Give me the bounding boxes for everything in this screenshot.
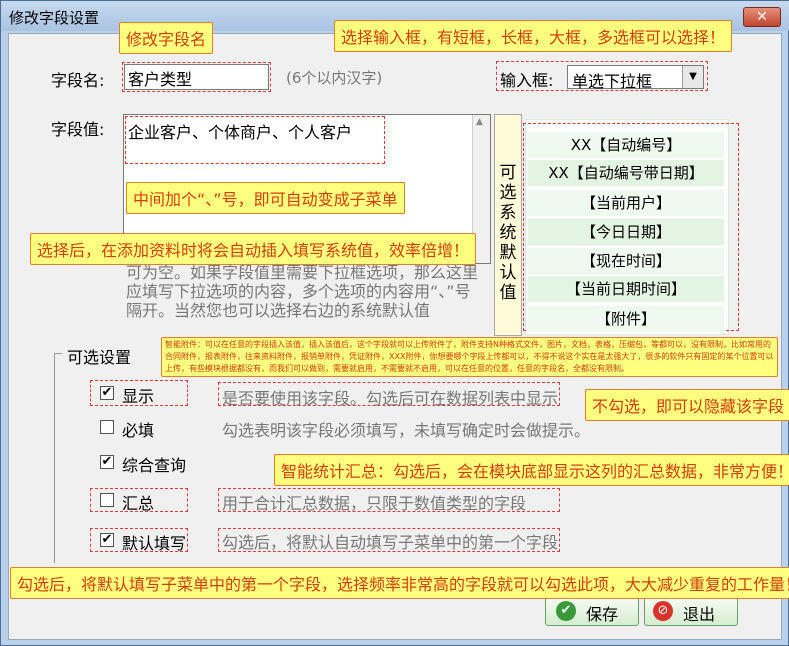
exit-button[interactable]: ⊘ 退出 xyxy=(644,596,738,626)
option-query-label[interactable]: 综合查询 xyxy=(122,452,186,476)
callout-attachment: 智能附件：可以在任意的字段插入该值，插入该值后，这个字段就可以上传附件了，附件支… xyxy=(161,337,778,377)
check-icon: ✔ xyxy=(556,601,576,621)
field-value-highlight xyxy=(125,116,385,164)
close-button[interactable]: ✕ xyxy=(743,7,781,27)
save-button[interactable]: ✔ 保存 xyxy=(545,596,639,626)
option-default-fill-highlight xyxy=(90,528,188,552)
field-name-highlight xyxy=(122,62,271,92)
callout-hide: 不勾选，即可以隐藏该字段 xyxy=(585,389,789,421)
sys-item-current-user[interactable]: 【当前用户】 xyxy=(528,190,724,216)
callout-summary: 智能统计汇总：勾选后，会在模块底部显示这列的汇总数据，非常方便！ xyxy=(274,454,789,486)
sys-item-current-datetime[interactable]: 【当前日期时间】 xyxy=(528,276,724,302)
callout-input-types: 选择输入框，有短框，长框，大框，多选框可以选择！ xyxy=(334,20,733,52)
field-name-label: 字段名: xyxy=(51,71,105,90)
field-value-help: 可为空。如果字段值里需要下拉框选项，那么这里应填写下拉选项的内容，多个选项的内容… xyxy=(126,263,479,320)
input-type-highlight xyxy=(496,61,708,91)
save-button-label: 保存 xyxy=(586,605,619,624)
exit-button-label: 退出 xyxy=(683,605,716,624)
callout-system-value: 选择后，在添加资料时将会自动插入填写系统值，效率倍增！ xyxy=(30,233,477,265)
option-default-fill-desc-highlight xyxy=(218,528,560,552)
system-default-label: 可选系统默认值 xyxy=(499,163,517,303)
dialog-window: 修改字段设置 ✕ 字段名: 客户类型 (6个以内汉字) 输入框: 单选下拉框 ▼… xyxy=(0,0,789,646)
callout-rename: 修改字段名 xyxy=(119,22,214,54)
option-display-desc-highlight xyxy=(218,382,560,406)
option-summary-desc-highlight xyxy=(218,488,560,512)
checkbox-required[interactable] xyxy=(100,420,114,434)
sys-item-attachment[interactable]: 【附件】 xyxy=(528,306,724,332)
option-display-highlight xyxy=(90,380,188,406)
scroll-up-icon[interactable]: ▲ xyxy=(476,117,483,127)
sys-item-auto-number-date[interactable]: XX【自动编号带日期】 xyxy=(528,160,724,186)
exit-icon: ⊘ xyxy=(653,601,673,621)
option-required-desc: 勾选表明该字段必须填写，未填写确定时会做提示。 xyxy=(222,421,591,440)
sys-item-today-date[interactable]: 【今日日期】 xyxy=(528,219,724,245)
options-group-frame xyxy=(54,353,62,563)
system-default-button[interactable]: 可选系统默认值 xyxy=(494,114,522,336)
option-required-label[interactable]: 必填 xyxy=(122,417,154,441)
field-name-hint: (6个以内汉字) xyxy=(286,69,383,87)
option-summary-highlight xyxy=(90,488,188,512)
options-group-label: 可选设置 xyxy=(65,344,134,368)
sys-item-auto-number[interactable]: XX【自动编号】 xyxy=(528,132,724,158)
callout-default-fill: 勾选后，将默认填写子菜单中的第一个字段，选择频率非常高的字段就可以勾选此项，大大… xyxy=(10,567,789,599)
field-value-label: 字段值: xyxy=(51,120,105,139)
callout-separator: 中间加个“、”号，即可自动变成子菜单 xyxy=(126,182,405,214)
sys-item-current-time[interactable]: 【现在时间】 xyxy=(528,248,724,274)
window-title: 修改字段设置 xyxy=(9,9,100,27)
checkbox-query[interactable]: ✔ xyxy=(100,455,114,469)
